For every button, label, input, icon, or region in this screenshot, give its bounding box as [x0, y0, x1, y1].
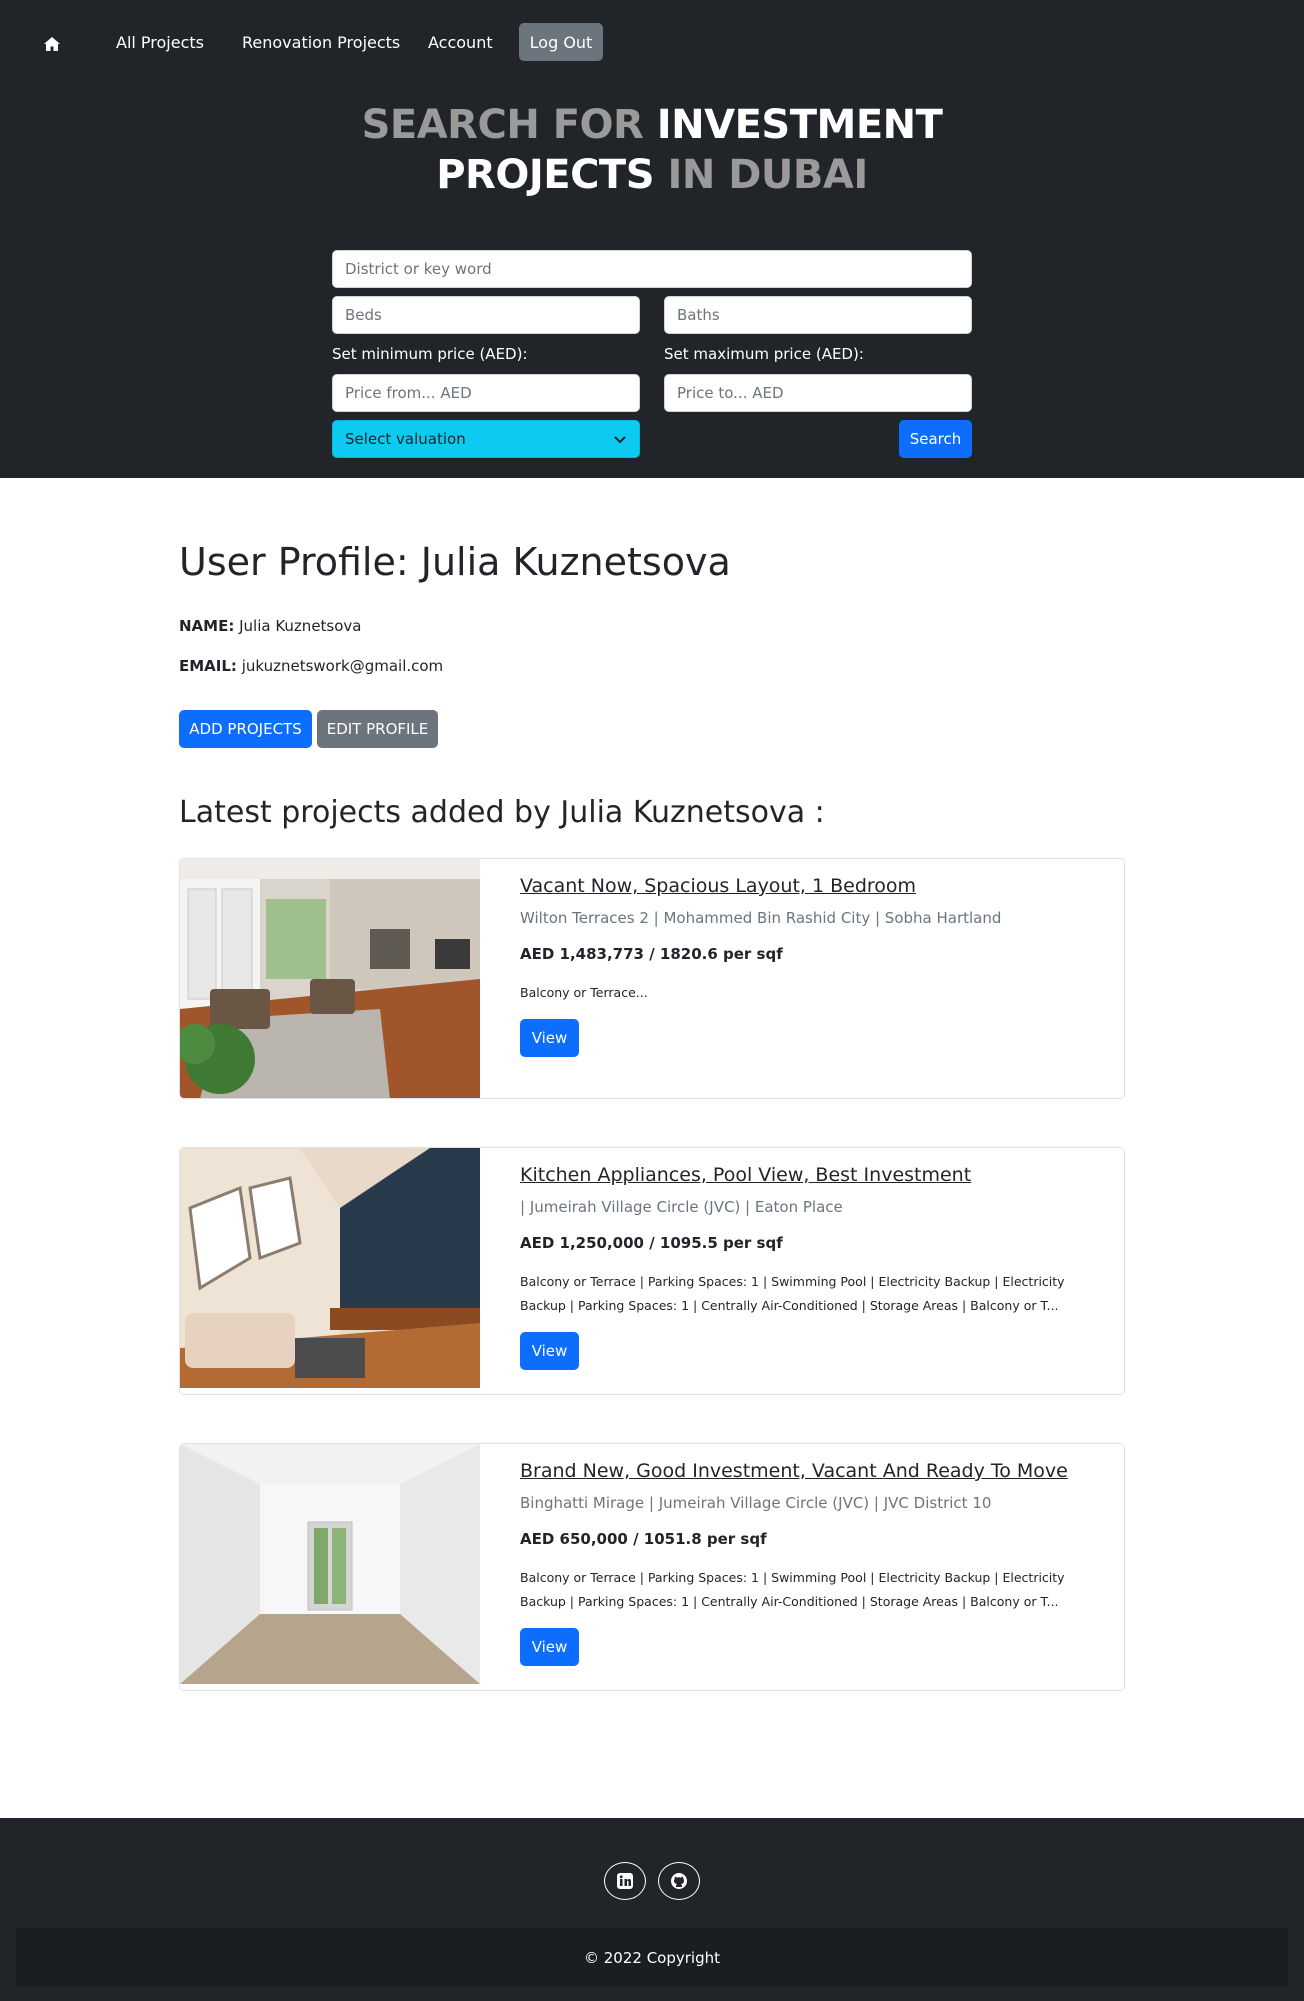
logout-button[interactable]: Log Out: [519, 23, 603, 61]
home-icon[interactable]: [42, 34, 62, 54]
project-title-link[interactable]: Vacant Now, Spacious Layout, 1 Bedroom: [520, 875, 1105, 897]
project-card: Kitchen Appliances, Pool View, Best Inve…: [179, 1147, 1125, 1395]
latest-projects-heading: Latest projects added by Julia Kuznetsov…: [179, 795, 825, 830]
profile-name: NAME: Julia Kuznetsova: [179, 617, 362, 635]
baths-input[interactable]: [664, 296, 972, 334]
min-price-label: Set minimum price (AED):: [332, 345, 528, 363]
headline-part: SEARCH FOR: [361, 102, 657, 148]
name-label: NAME:: [179, 617, 235, 635]
min-price-input[interactable]: [332, 374, 640, 412]
keyword-search-input[interactable]: [332, 250, 972, 288]
project-title-link[interactable]: Kitchen Appliances, Pool View, Best Inve…: [520, 1164, 1105, 1186]
name-value: Julia Kuznetsova: [234, 617, 362, 635]
project-card: Brand New, Good Investment, Vacant And R…: [179, 1443, 1125, 1691]
copyright-bar: © 2022 Copyright: [16, 1928, 1288, 1987]
view-button[interactable]: View: [520, 1019, 579, 1057]
nav-all-projects[interactable]: All Projects: [116, 33, 204, 52]
add-projects-button[interactable]: ADD PROJECTS: [179, 710, 312, 748]
project-photo[interactable]: [180, 859, 480, 1098]
view-button[interactable]: View: [520, 1332, 579, 1370]
beds-input[interactable]: [332, 296, 640, 334]
github-icon[interactable]: [658, 1862, 700, 1900]
project-description: Balcony or Terrace...: [520, 985, 648, 1000]
hero-section: All Projects Renovation Projects Account…: [0, 0, 1304, 478]
search-button[interactable]: Search: [899, 420, 972, 458]
project-location: Wilton Terraces 2 | Mohammed Bin Rashid …: [520, 909, 1002, 927]
chevron-down-icon: [614, 436, 626, 444]
project-price: AED 650,000 / 1051.8 per sqf: [520, 1530, 767, 1548]
project-location: | Jumeirah Village Circle (JVC) | Eaton …: [520, 1198, 843, 1216]
nav-renovation-projects[interactable]: Renovation Projects: [242, 33, 400, 52]
linkedin-icon[interactable]: [604, 1862, 646, 1900]
email-label: EMAIL:: [179, 657, 237, 675]
project-description: Balcony or Terrace | Parking Spaces: 1 |…: [520, 1570, 1065, 1609]
hero-headline: SEARCH FOR INVESTMENT PROJECTS IN DUBAI: [0, 100, 1304, 200]
project-price: AED 1,250,000 / 1095.5 per sqf: [520, 1234, 783, 1252]
headline-part: PROJECTS: [436, 152, 655, 198]
copyright-text: © 2022 Copyright: [583, 1948, 720, 1967]
project-price: AED 1,483,773 / 1820.6 per sqf: [520, 945, 783, 963]
project-photo[interactable]: [180, 1148, 480, 1388]
nav-account[interactable]: Account: [428, 33, 493, 52]
email-value: jukuznetswork@gmail.com: [236, 657, 444, 675]
valuation-select[interactable]: Select valuation: [332, 420, 640, 458]
view-button[interactable]: View: [520, 1628, 579, 1666]
project-title-link[interactable]: Brand New, Good Investment, Vacant And R…: [520, 1460, 1105, 1482]
edit-profile-button[interactable]: EDIT PROFILE: [317, 710, 438, 748]
project-description: Balcony or Terrace | Parking Spaces: 1 |…: [520, 1274, 1065, 1313]
project-card: Vacant Now, Spacious Layout, 1 Bedroom W…: [179, 858, 1125, 1099]
valuation-selected-value: Select valuation: [345, 430, 466, 448]
headline-part: INVESTMENT: [656, 102, 943, 148]
max-price-label: Set maximum price (AED):: [664, 345, 864, 363]
project-location: Binghatti Mirage | Jumeirah Village Circ…: [520, 1494, 992, 1512]
project-photo[interactable]: [180, 1444, 480, 1684]
headline-part: IN DUBAI: [654, 152, 868, 198]
page-title: User Profile: Julia Kuznetsova: [179, 540, 731, 584]
max-price-input[interactable]: [664, 374, 972, 412]
navbar: All Projects Renovation Projects Account…: [0, 0, 1304, 80]
profile-email: EMAIL: jukuznetswork@gmail.com: [179, 657, 443, 675]
